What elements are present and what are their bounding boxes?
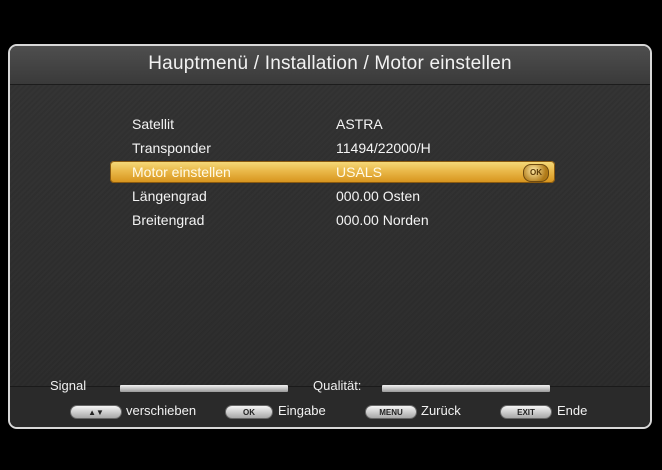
row-label: Motor einstellen: [132, 164, 231, 180]
row-label: Längengrad: [132, 188, 207, 204]
menu-row-motor-einstellen[interactable]: Motor einstellen USALS OK: [110, 161, 555, 183]
menu-hint: Zurück: [421, 403, 461, 418]
exit-key-icon[interactable]: EXIT: [500, 405, 552, 419]
row-label: Satellit: [132, 116, 175, 132]
row-value: 11494/22000/H: [336, 140, 431, 156]
ok-key-icon[interactable]: OK: [225, 405, 273, 419]
help-bar: ▲▼ verschieben OK Eingabe MENU Zurück EX…: [10, 402, 650, 424]
ok-hint: Eingabe: [278, 403, 326, 418]
row-value: USALS: [336, 164, 382, 180]
row-value: 000.00 Norden: [336, 212, 429, 228]
title-bar: Hauptmenü / Installation / Motor einstel…: [10, 46, 650, 85]
ok-icon[interactable]: OK: [523, 164, 549, 182]
quality-label: Qualität:: [313, 378, 362, 393]
menu-key-icon[interactable]: MENU: [365, 405, 417, 419]
menu-row-breitengrad[interactable]: Breitengrad 000.00 Norden: [110, 209, 555, 231]
exit-hint: Ende: [557, 403, 588, 418]
row-value: ASTRA: [336, 116, 383, 132]
quality-bar: [382, 385, 550, 392]
menu-window: Hauptmenü / Installation / Motor einstel…: [8, 44, 652, 429]
menu-row-laengengrad[interactable]: Längengrad 000.00 Osten: [110, 185, 555, 207]
status-bar: Signal Qualität: ▲▼ verschieben OK Einga…: [10, 378, 650, 427]
menu-content: Satellit ASTRA Transponder 11494/22000/H…: [10, 85, 650, 416]
move-hint: verschieben: [126, 403, 197, 418]
arrow-keys-icon[interactable]: ▲▼: [70, 405, 122, 419]
row-value: 000.00 Osten: [336, 188, 421, 204]
signal-label: Signal: [50, 378, 87, 393]
signal-bar: [120, 385, 288, 392]
menu-row-transponder[interactable]: Transponder 11494/22000/H: [110, 137, 555, 159]
page-title: Hauptmenü / Installation / Motor einstel…: [148, 53, 512, 74]
row-label: Transponder: [132, 140, 211, 156]
menu-row-satellit[interactable]: Satellit ASTRA: [110, 113, 555, 135]
row-label: Breitengrad: [132, 212, 205, 228]
